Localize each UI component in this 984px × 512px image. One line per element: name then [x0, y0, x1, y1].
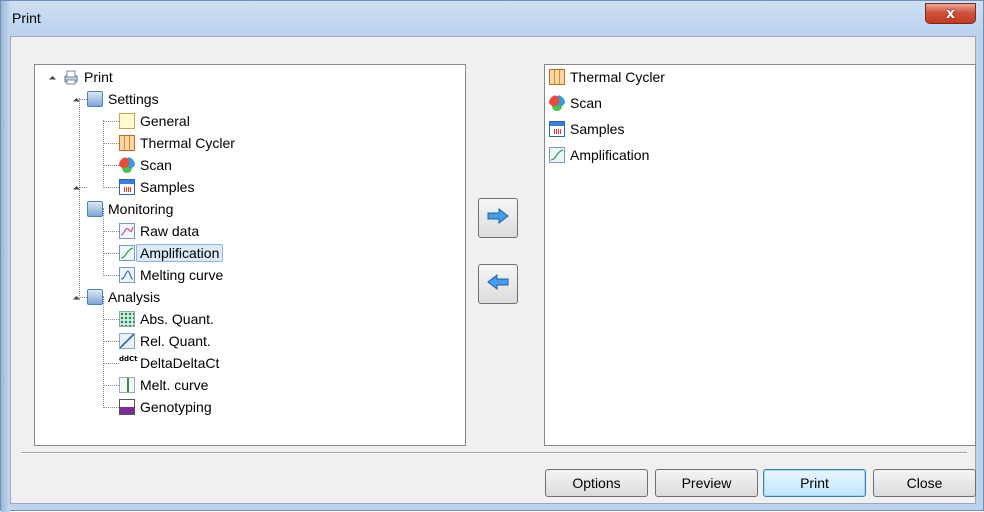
- tree-node-label: Print: [84, 69, 113, 85]
- tree-connector: [103, 296, 104, 408]
- rel-quant-icon: [119, 333, 135, 349]
- tree-connector: [103, 253, 119, 254]
- tree-connector: [103, 231, 119, 232]
- settings-icon: [87, 91, 103, 107]
- tree-node-genotyping[interactable]: Genotyping: [119, 396, 212, 418]
- arrow-right-icon: [486, 207, 510, 229]
- expand-arrow-icon[interactable]: [48, 75, 57, 84]
- preview-button[interactable]: Preview: [655, 469, 758, 497]
- tree-node-label: Settings: [108, 91, 159, 107]
- tree-node-raw-data[interactable]: Raw data: [119, 220, 199, 242]
- print-button[interactable]: Print: [763, 469, 866, 497]
- tree-connector: [103, 165, 119, 166]
- options-button[interactable]: Options: [545, 469, 648, 497]
- arrow-left-icon: [486, 273, 510, 295]
- tree-node-delta-delta-ct[interactable]: ddCt DeltaDeltaCt: [119, 352, 219, 374]
- list-item-samples[interactable]: Samples: [549, 118, 624, 140]
- tree-connector: [79, 99, 87, 100]
- close-button[interactable]: Close: [873, 469, 976, 497]
- abs-quant-icon: [119, 311, 135, 327]
- tree-connector: [103, 341, 119, 342]
- list-item-thermal-cycler[interactable]: Thermal Cycler: [549, 66, 665, 88]
- delta-delta-ct-icon: ddCt: [119, 355, 138, 363]
- tree-connector: [103, 121, 119, 122]
- tree-connector: [103, 319, 119, 320]
- add-to-print-button[interactable]: [478, 198, 518, 238]
- tree-node-label: General: [140, 113, 190, 129]
- tree-connector: [103, 363, 119, 364]
- monitoring-icon: [87, 201, 103, 217]
- list-item-label: Thermal Cycler: [570, 69, 665, 85]
- general-icon: [119, 113, 135, 129]
- tree-connector: [103, 407, 119, 408]
- window-left-edge: [1, 1, 10, 512]
- thermal-cycler-icon: [549, 69, 565, 85]
- samples-icon: [549, 121, 565, 137]
- tree-node-label: Abs. Quant.: [140, 311, 214, 327]
- tree-connector: [103, 275, 119, 276]
- tree-node-monitoring[interactable]: Monitoring: [87, 198, 173, 220]
- tree-connector: [79, 187, 87, 188]
- scan-icon: [549, 95, 565, 111]
- tree-node-settings[interactable]: Settings: [87, 88, 159, 110]
- amplification-icon: [119, 245, 135, 261]
- raw-data-icon: [119, 223, 135, 239]
- samples-icon: [119, 179, 135, 195]
- tree-connector: [103, 120, 104, 188]
- tree-node-analysis[interactable]: Analysis: [87, 286, 160, 308]
- list-item-label: Samples: [570, 121, 625, 137]
- scan-icon: [119, 157, 135, 173]
- tree-node-melting-curve[interactable]: Melting curve: [119, 264, 223, 286]
- tree-connector: [103, 187, 119, 188]
- tree-node-scan[interactable]: Scan: [119, 154, 172, 176]
- amplification-icon: [549, 147, 565, 163]
- tree-node-thermal-cycler[interactable]: Thermal Cycler: [119, 132, 235, 154]
- tree-node-label: Genotyping: [140, 399, 212, 415]
- tree-node-label: Rel. Quant.: [140, 333, 211, 349]
- separator: [21, 452, 967, 454]
- print-dialog: Print x Print Settings General Thermal C…: [0, 0, 984, 512]
- tree-node-abs-quant[interactable]: Abs. Quant.: [119, 308, 214, 330]
- tree-node-samples[interactable]: Samples: [119, 176, 194, 198]
- tree-node-label: Scan: [140, 157, 172, 173]
- tree-node-label: Raw data: [140, 223, 200, 239]
- tree-node-general[interactable]: General: [119, 110, 190, 132]
- tree-node-melt-curve[interactable]: Melt. curve: [119, 374, 208, 396]
- melt-curve-icon: [119, 377, 135, 393]
- analysis-icon: [87, 289, 103, 305]
- tree-node-label: Melting curve: [140, 267, 224, 283]
- window-title: Print: [12, 10, 41, 26]
- list-item-label: Scan: [570, 95, 602, 111]
- report-tree[interactable]: Print Settings General Thermal Cycler Sc…: [34, 64, 466, 446]
- list-item-amplification[interactable]: Amplification: [549, 144, 649, 166]
- melting-curve-icon: [119, 267, 135, 283]
- tree-node-print[interactable]: Print: [63, 66, 113, 88]
- dialog-client-area: Print Settings General Thermal Cycler Sc…: [10, 36, 976, 504]
- close-window-button[interactable]: x: [925, 3, 976, 24]
- tree-connector: [79, 98, 80, 300]
- tree-node-label: Samples: [140, 179, 195, 195]
- thermal-cycler-icon: [119, 135, 135, 151]
- tree-node-label: Melt. curve: [140, 377, 209, 393]
- tree-node-label: Analysis: [108, 289, 161, 305]
- remove-from-print-button[interactable]: [478, 264, 518, 304]
- genotyping-icon: [119, 399, 135, 415]
- selected-reports-list[interactable]: Thermal Cycler Scan Samples Amplificatio…: [544, 64, 976, 446]
- tree-connector: [103, 143, 119, 144]
- list-item-scan[interactable]: Scan: [549, 92, 602, 114]
- tree-connector: [103, 385, 119, 386]
- tree-node-amplification[interactable]: Amplification: [119, 242, 224, 264]
- close-icon: x: [945, 5, 956, 22]
- tree-connector: [79, 297, 87, 298]
- title-bar[interactable]: Print x: [1, 1, 984, 34]
- list-item-label: Amplification: [570, 147, 650, 163]
- tree-node-label: Amplification: [136, 244, 224, 262]
- printer-icon: [63, 69, 79, 85]
- tree-node-rel-quant[interactable]: Rel. Quant.: [119, 330, 211, 352]
- tree-node-label: Monitoring: [108, 201, 174, 217]
- tree-node-label: Thermal Cycler: [140, 135, 235, 151]
- tree-node-label: DeltaDeltaCt: [140, 355, 220, 371]
